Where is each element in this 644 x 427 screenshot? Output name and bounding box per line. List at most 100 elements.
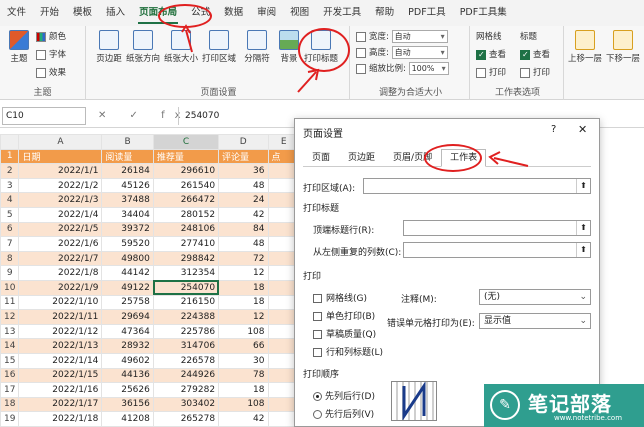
cell[interactable]: 2022/1/10 bbox=[18, 294, 103, 311]
orientation-button[interactable]: 纸张方向 bbox=[126, 30, 160, 78]
cell[interactable]: 2022/1/17 bbox=[18, 396, 103, 413]
cell[interactable]: 18 bbox=[218, 382, 269, 398]
cell[interactable]: 2022/1/14 bbox=[18, 352, 103, 369]
tab-sheet[interactable]: 工作表 bbox=[441, 149, 487, 167]
cell[interactable]: 2022/1/2 bbox=[18, 177, 103, 194]
cell[interactable]: 2022/1/11 bbox=[18, 309, 103, 325]
cell[interactable]: 阅读量 bbox=[101, 148, 154, 165]
headings-view-checkbox[interactable]: 查看 bbox=[520, 48, 550, 62]
cell[interactable]: 49602 bbox=[101, 352, 154, 369]
row-header[interactable]: 5 bbox=[0, 206, 20, 223]
formula-icons[interactable]: ✕ ✓ fx bbox=[98, 107, 191, 125]
cell[interactable]: 66 bbox=[218, 338, 269, 354]
tab-developer[interactable]: 开发工具 bbox=[316, 0, 368, 26]
cell[interactable]: 2022/1/9 bbox=[18, 279, 103, 296]
row-header[interactable]: 4 bbox=[0, 192, 20, 208]
tab-header-footer[interactable]: 页眉/页脚 bbox=[384, 149, 441, 166]
tab-data[interactable]: 数据 bbox=[217, 0, 250, 26]
breaks-button[interactable]: 分隔符 bbox=[240, 30, 274, 78]
cell[interactable]: 48 bbox=[218, 177, 269, 194]
draft-checkbox[interactable]: 草稿质量(Q) bbox=[313, 327, 376, 340]
cell[interactable]: 12 bbox=[218, 265, 269, 281]
corner-cell[interactable] bbox=[0, 134, 20, 150]
cell[interactable]: 日期 bbox=[18, 148, 103, 165]
col-header[interactable]: C bbox=[152, 134, 220, 150]
cell[interactable]: 2022/1/13 bbox=[18, 338, 103, 354]
cell[interactable]: 108 bbox=[218, 396, 269, 413]
cell[interactable]: 25626 bbox=[101, 382, 154, 398]
name-box[interactable]: C10 bbox=[2, 107, 86, 125]
cell[interactable]: 225786 bbox=[152, 323, 220, 340]
fonts-button[interactable]: 字体 bbox=[36, 48, 66, 62]
colors-button[interactable]: 颜色 bbox=[36, 30, 66, 44]
cell[interactable]: 2022/1/1 bbox=[18, 163, 103, 179]
row-header[interactable]: 6 bbox=[0, 221, 20, 238]
row-col-headings-checkbox[interactable]: 行和列标题(L) bbox=[313, 345, 383, 358]
cell[interactable]: 2022/1/6 bbox=[18, 236, 103, 252]
cell[interactable]: 298842 bbox=[152, 250, 220, 267]
cell[interactable]: 303402 bbox=[152, 396, 220, 413]
cell[interactable]: 296610 bbox=[152, 163, 220, 179]
row-header[interactable]: 17 bbox=[0, 382, 20, 398]
cell[interactable]: 48 bbox=[218, 236, 269, 252]
cell[interactable]: 42 bbox=[218, 206, 269, 223]
cell[interactable]: 216150 bbox=[152, 294, 220, 311]
cell[interactable]: 18 bbox=[218, 294, 269, 311]
col-header[interactable]: B bbox=[101, 134, 154, 150]
tab-insert[interactable]: 插入 bbox=[99, 0, 132, 26]
rows-repeat-input[interactable]: ⬆ bbox=[403, 220, 591, 236]
help-button[interactable]: ? bbox=[551, 124, 556, 135]
print-area-input[interactable]: ⬆ bbox=[363, 178, 591, 194]
row-header[interactable]: 18 bbox=[0, 396, 20, 413]
tab-template[interactable]: 模板 bbox=[66, 0, 99, 26]
row-header[interactable]: 13 bbox=[0, 323, 20, 340]
background-button[interactable]: 背景 bbox=[272, 30, 306, 78]
cols-repeat-input[interactable]: ⬆ bbox=[403, 242, 591, 258]
cell[interactable]: 12 bbox=[218, 309, 269, 325]
cell[interactable]: 2022/1/12 bbox=[18, 323, 103, 340]
formula-input[interactable]: 254070 bbox=[178, 107, 288, 125]
cell[interactable]: 108 bbox=[218, 323, 269, 340]
tab-margins[interactable]: 页边距 bbox=[339, 149, 384, 166]
cell[interactable]: 254070 bbox=[152, 279, 220, 296]
row-header[interactable]: 1 bbox=[0, 148, 20, 165]
cell[interactable]: 18 bbox=[218, 279, 269, 296]
collapse-dialog-icon[interactable]: ⬆ bbox=[576, 221, 590, 235]
tab-file[interactable]: 文件 bbox=[0, 0, 33, 26]
tab-help[interactable]: 帮助 bbox=[368, 0, 401, 26]
col-header[interactable]: A bbox=[18, 134, 103, 150]
row-header[interactable]: 15 bbox=[0, 352, 20, 369]
cell[interactable]: 2022/1/7 bbox=[18, 250, 103, 267]
cell[interactable]: 36 bbox=[218, 163, 269, 179]
cell[interactable]: 25758 bbox=[101, 294, 154, 311]
bring-forward-button[interactable]: 上移一层 bbox=[568, 30, 602, 78]
tab-pdf-tools[interactable]: PDF工具 bbox=[401, 0, 453, 26]
cell[interactable]: 47364 bbox=[101, 323, 154, 340]
cell[interactable]: 39372 bbox=[101, 221, 154, 238]
cell[interactable]: 2022/1/15 bbox=[18, 367, 103, 384]
cell[interactable]: 2022/1/5 bbox=[18, 221, 103, 238]
cell[interactable]: 280152 bbox=[152, 206, 220, 223]
cell[interactable]: 2022/1/3 bbox=[18, 192, 103, 208]
close-button[interactable]: ✕ bbox=[578, 123, 587, 136]
cell[interactable]: 72 bbox=[218, 250, 269, 267]
tab-review[interactable]: 审阅 bbox=[250, 0, 283, 26]
cell[interactable]: 314706 bbox=[152, 338, 220, 354]
bw-checkbox[interactable]: 单色打印(B) bbox=[313, 309, 375, 322]
collapse-dialog-icon[interactable]: ⬆ bbox=[576, 179, 590, 193]
headings-print-checkbox[interactable]: 打印 bbox=[520, 66, 550, 80]
cell[interactable]: 312354 bbox=[152, 265, 220, 281]
down-then-over-radio[interactable]: 先列后行(D) bbox=[313, 389, 375, 402]
cell[interactable]: 44136 bbox=[101, 367, 154, 384]
cell[interactable]: 84 bbox=[218, 221, 269, 238]
cell[interactable]: 2022/1/8 bbox=[18, 265, 103, 281]
gridlines-checkbox[interactable]: 网格线(G) bbox=[313, 291, 367, 304]
cell[interactable]: 279282 bbox=[152, 382, 220, 398]
tab-view[interactable]: 视图 bbox=[283, 0, 316, 26]
over-then-down-radio[interactable]: 先行后列(V) bbox=[313, 407, 374, 420]
tab-formulas[interactable]: 公式 bbox=[184, 0, 217, 26]
cell[interactable]: 2022/1/18 bbox=[18, 411, 103, 427]
row-header[interactable]: 11 bbox=[0, 294, 20, 311]
effects-button[interactable]: 效果 bbox=[36, 66, 66, 80]
gridlines-view-checkbox[interactable]: 查看 bbox=[476, 48, 506, 62]
